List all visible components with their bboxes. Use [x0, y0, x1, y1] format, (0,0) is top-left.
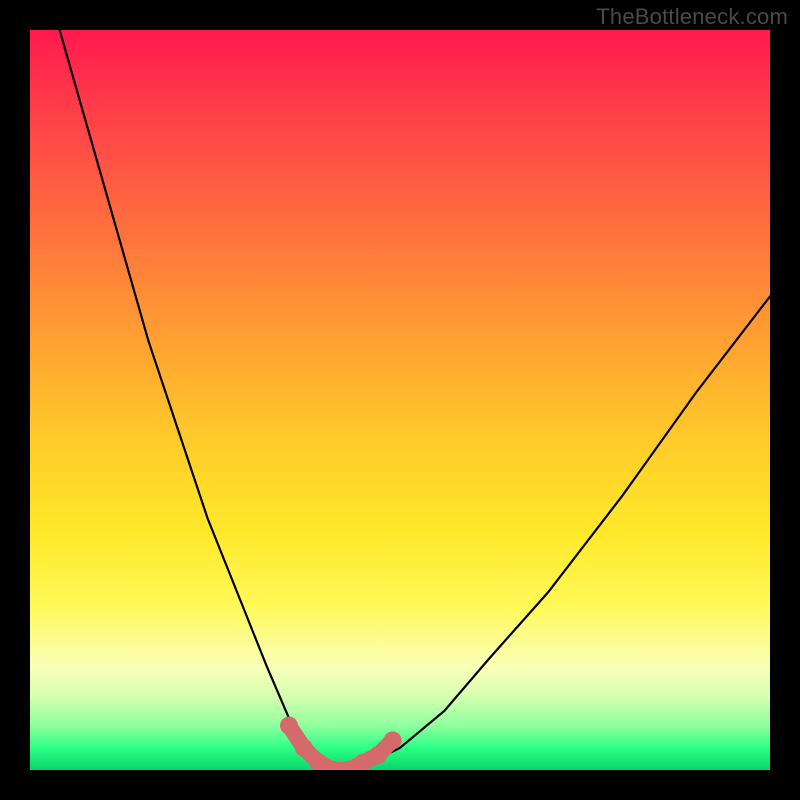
plot-area — [30, 30, 770, 770]
trough-dot — [369, 746, 387, 764]
trough-dot — [384, 731, 402, 749]
curve-layer — [30, 30, 770, 770]
trough-dot — [295, 739, 313, 757]
bottleneck-curve — [60, 30, 770, 770]
watermark-text: TheBottleneck.com — [596, 4, 788, 30]
chart-frame: TheBottleneck.com — [0, 0, 800, 800]
trough-dot — [280, 717, 298, 735]
